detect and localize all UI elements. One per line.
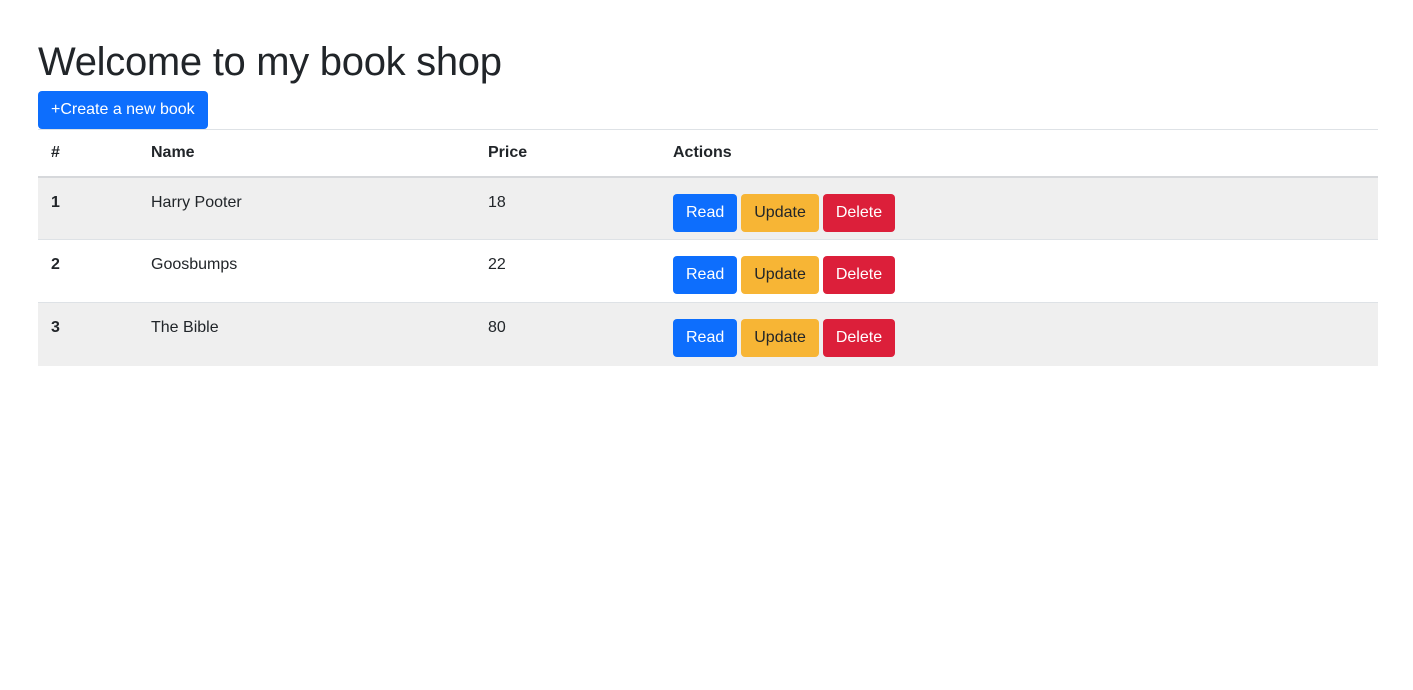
book-price: 22 [488,256,506,273]
table-row: 1 Harry Pooter 18 Read Update Delete [38,176,1378,240]
book-actions: Read Update Delete [660,240,1378,303]
book-name: The Bible [151,319,219,336]
book-price: 80 [488,319,506,336]
book-actions: Read Update Delete [660,177,1378,240]
read-button[interactable]: Read [673,193,738,232]
book-name: Harry Pooter [151,193,242,211]
page-title: Welcome to my book shop [38,40,502,84]
create-book-button[interactable]: +Create a new book [38,91,208,129]
book-price: 18 [488,193,506,211]
update-button[interactable]: Update [741,319,819,357]
update-button[interactable]: Update [741,193,819,232]
column-header-name: Name [151,143,195,161]
book-name: Goosbumps [151,256,238,273]
column-header-price: Price [488,143,528,161]
books-table: # Name Price Actions 1 Harry Pooter 18 R… [38,129,1378,366]
update-button[interactable]: Update [741,256,819,294]
table-header-row: # Name Price Actions [38,129,1378,177]
book-actions: Read Update Delete [660,303,1378,366]
delete-button[interactable]: Delete [822,193,896,232]
table-header: # Name Price Actions [38,129,1378,177]
table-row: 3 The Bible 80 Read Update Delete [38,302,1378,366]
read-button[interactable]: Read [673,319,738,357]
read-button[interactable]: Read [673,256,738,294]
column-header-id: # [51,143,60,161]
table-row: 2 Goosbumps 22 Read Update Delete [38,240,1378,303]
delete-button[interactable]: Delete [822,319,896,357]
book-id: 1 [51,193,60,211]
column-header-actions: Actions [673,143,732,161]
book-id: 2 [51,256,60,273]
delete-button[interactable]: Delete [822,256,896,294]
main-container: Welcome to my book shop +Create a new bo… [38,0,1378,366]
table-body: 1 Harry Pooter 18 Read Update Delete 2 Goo… [38,176,1378,366]
book-id: 3 [51,319,60,336]
